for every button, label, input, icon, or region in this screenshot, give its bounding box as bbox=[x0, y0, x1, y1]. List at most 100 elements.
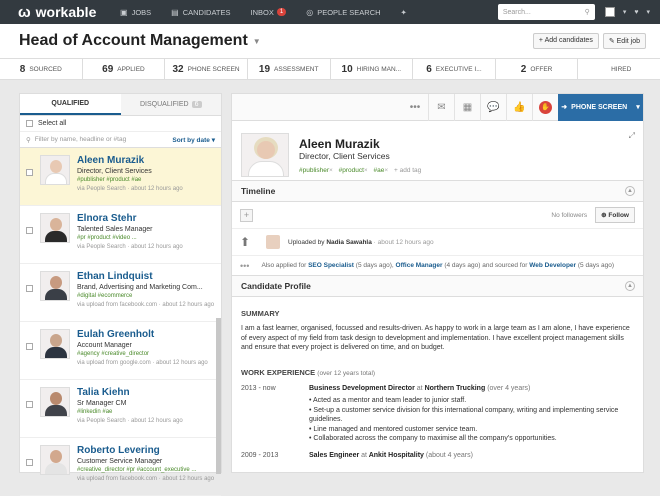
workable-logo-icon: ω bbox=[18, 3, 31, 21]
list-item[interactable]: Eulah Greenholt Account Manager #agency … bbox=[20, 322, 221, 380]
job-title[interactable]: Head of Account Management bbox=[19, 32, 248, 50]
stage-hired[interactable]: HIRED bbox=[578, 59, 660, 79]
chevron-down-icon[interactable]: ▾ bbox=[623, 8, 627, 16]
collapse-icon[interactable]: ▲ bbox=[625, 186, 635, 196]
tab-qualified[interactable]: QUALIFIED bbox=[20, 94, 121, 115]
work-dates: 2013 - now bbox=[241, 384, 276, 392]
calendar-icon[interactable]: ▦ bbox=[454, 94, 480, 121]
avatar bbox=[40, 155, 70, 185]
work-entry: 2013 - now Business Development Director… bbox=[232, 377, 643, 444]
candidate-source: via upload from google.com · about 12 ho… bbox=[77, 360, 208, 366]
candidate-checkbox[interactable] bbox=[26, 227, 33, 234]
logo-text: workable bbox=[35, 4, 97, 20]
expand-icon[interactable]: ⤢ bbox=[629, 131, 635, 141]
remove-tag-icon[interactable]: × bbox=[384, 167, 388, 174]
tag[interactable]: #publisher bbox=[299, 167, 329, 174]
work-at: at bbox=[416, 384, 423, 392]
candidate-checkbox[interactable] bbox=[26, 169, 33, 176]
stage-assessment[interactable]: 19 ASSESSMENT bbox=[248, 59, 331, 79]
job-title-chevron-icon[interactable]: ▼ bbox=[253, 37, 261, 46]
target-icon: ◎ bbox=[306, 7, 314, 17]
candidate-checkbox[interactable] bbox=[26, 343, 33, 350]
list-item[interactable]: Elnora Stehr Talented Sales Manager #pr … bbox=[20, 206, 221, 264]
stage-applied[interactable]: 69 APPLIED bbox=[83, 59, 166, 79]
list-scrollbar[interactable] bbox=[216, 318, 221, 474]
list-item[interactable]: Roberto Levering Customer Service Manage… bbox=[20, 438, 221, 496]
nav-candidates-label: CANDIDATES bbox=[182, 7, 231, 17]
list-item[interactable]: Talia Kiehn Sr Manager CM #linkedin #ae … bbox=[20, 380, 221, 438]
work-total: (over 12 years total) bbox=[317, 369, 376, 377]
remove-tag-icon[interactable]: × bbox=[329, 167, 333, 174]
user-avatar[interactable] bbox=[604, 7, 615, 17]
pencil-icon: ✎ bbox=[608, 38, 617, 45]
job2-time: (4 days ago) and sourced for bbox=[444, 262, 528, 269]
nav-inbox[interactable]: INBOX 1 bbox=[241, 0, 297, 24]
edit-job-button[interactable]: ✎ Edit job bbox=[602, 33, 646, 49]
edit-job-label: Edit job bbox=[616, 38, 640, 45]
stage-label: APPLIED bbox=[117, 65, 145, 73]
activity-icon[interactable]: ✦ bbox=[391, 0, 417, 24]
list-item[interactable]: Ethan Lindquist Brand, Advertising and M… bbox=[20, 264, 221, 322]
job-link-web[interactable]: Web Developer bbox=[529, 262, 576, 269]
stage-hiring-manager[interactable]: 10 HIRING MAN... bbox=[331, 59, 414, 79]
work-company: Northern Trucking bbox=[424, 384, 486, 392]
more-options-icon[interactable]: ••• bbox=[402, 102, 428, 113]
candidate-tags: #pr #product #video ... bbox=[77, 235, 137, 241]
people-icon: ▤ bbox=[171, 7, 179, 17]
candidate-name[interactable]: Eulah Greenholt bbox=[77, 329, 208, 341]
stage-phone-screen[interactable]: 32 PHONE SCREEN bbox=[165, 59, 248, 79]
stage-executive[interactable]: 6 EXECUTIVE I... bbox=[413, 59, 496, 79]
add-candidates-button[interactable]: + Add candidates bbox=[532, 33, 599, 49]
search-input[interactable]: Search... ⚲ bbox=[497, 4, 595, 20]
work-position: Sales Engineer bbox=[309, 451, 360, 459]
stage-label: PHONE SCREEN bbox=[187, 65, 240, 73]
evaluate-icon[interactable]: 👍 bbox=[506, 94, 532, 121]
remove-tag-icon[interactable]: × bbox=[364, 167, 368, 174]
work-bullet: • Line managed and mentored customer ser… bbox=[309, 425, 478, 433]
job1-time: (5 days ago), bbox=[355, 262, 394, 269]
add-event-button[interactable]: + bbox=[240, 208, 253, 222]
filter-input[interactable]: Filter by name, headline or #tag bbox=[35, 136, 126, 143]
workable-logo[interactable]: ω workable bbox=[18, 4, 110, 21]
candidate-name[interactable]: Aleen Murazik bbox=[77, 155, 183, 167]
collapse-icon[interactable]: ▲ bbox=[625, 281, 635, 291]
stage-offer[interactable]: 2 OFFER bbox=[496, 59, 579, 79]
avatar bbox=[40, 213, 70, 243]
follow-button[interactable]: ⊕ Follow bbox=[595, 207, 635, 223]
candidate-checkbox[interactable] bbox=[26, 459, 33, 466]
follow-label: Follow bbox=[608, 212, 629, 219]
candidate-name[interactable]: Roberto Levering bbox=[77, 445, 214, 457]
more-dots-icon[interactable]: ••• bbox=[240, 261, 249, 271]
tag[interactable]: #product bbox=[339, 167, 364, 174]
work-bullets: • Acted as a mentor and team leader to j… bbox=[309, 396, 634, 444]
comment-icon[interactable]: 💬 bbox=[480, 94, 506, 121]
tag[interactable]: #ae bbox=[374, 167, 385, 174]
candidate-name[interactable]: Talia Kiehn bbox=[77, 387, 183, 399]
email-icon[interactable]: ✉ bbox=[428, 94, 454, 121]
candidate-checkbox[interactable] bbox=[26, 285, 33, 292]
job-link-office[interactable]: Office Manager bbox=[396, 262, 443, 269]
user-menu-chevron-icon[interactable]: ▾ bbox=[646, 8, 650, 16]
sort-dropdown[interactable]: Sort by date ▾ bbox=[172, 136, 215, 144]
add-tag-link[interactable]: + add tag bbox=[394, 167, 421, 174]
candidate-name[interactable]: Ethan Lindquist bbox=[77, 271, 214, 283]
nav-people-search[interactable]: ◎ PEOPLE SEARCH bbox=[296, 0, 390, 24]
chevron-down-icon[interactable]: ▾ bbox=[636, 103, 640, 111]
move-stage-button[interactable]: ➜ PHONE SCREEN ▾ bbox=[558, 94, 643, 121]
candidate-name[interactable]: Elnora Stehr bbox=[77, 213, 183, 225]
candidate-checkbox[interactable] bbox=[26, 401, 33, 408]
stage-sourced[interactable]: 8 SOURCED bbox=[0, 59, 83, 79]
work-position: Business Development Director bbox=[309, 384, 415, 392]
nav-jobs[interactable]: ▣ JOBS bbox=[110, 0, 161, 24]
stage-count: 6 bbox=[426, 63, 432, 75]
list-item[interactable]: Aleen Murazik Director, Client Services … bbox=[20, 148, 221, 206]
disqualify-icon[interactable]: ✋ bbox=[532, 94, 558, 121]
tab-disqualified[interactable]: DISQUALIFIED 6 bbox=[120, 94, 221, 115]
uploader-name[interactable]: Nadia Sawahla bbox=[326, 239, 372, 246]
disqualified-count: 6 bbox=[191, 101, 202, 108]
timeline-actions: + No followers ⊕ Follow bbox=[232, 202, 643, 229]
select-all-checkbox[interactable] bbox=[26, 120, 33, 127]
nav-candidates[interactable]: ▤ CANDIDATES bbox=[161, 0, 240, 24]
heart-icon[interactable]: ♥ bbox=[634, 9, 638, 16]
job-link-seo[interactable]: SEO Specialist bbox=[308, 262, 354, 269]
